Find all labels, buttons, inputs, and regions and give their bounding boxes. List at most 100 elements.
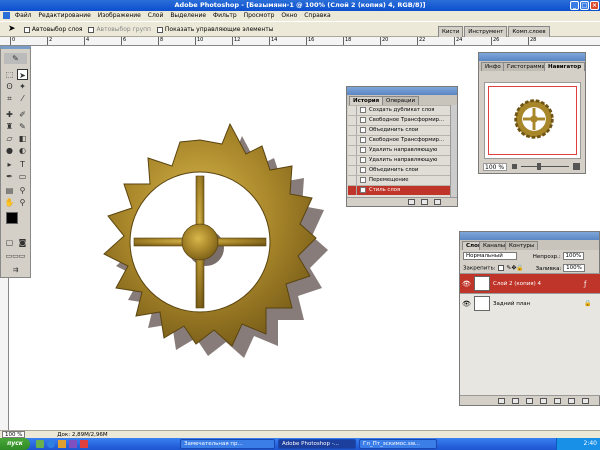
toolbox-header-icon[interactable]: ✎ bbox=[4, 53, 27, 64]
tab-actions[interactable]: Операции bbox=[382, 96, 420, 105]
type-tool-icon[interactable]: T bbox=[17, 159, 28, 170]
layer-row-selected[interactable]: 👁 Слой 2 (копия) 4 ƒ bbox=[460, 273, 600, 293]
eyedropper-icon[interactable]: ⚲ bbox=[17, 185, 28, 196]
navigator-palette-titlebar[interactable] bbox=[479, 53, 585, 61]
eraser-tool-icon[interactable]: ▱ bbox=[4, 133, 15, 144]
history-row[interactable]: Удалить направляющую bbox=[348, 155, 457, 165]
quicklaunch-desktop-icon[interactable] bbox=[36, 440, 44, 448]
brush-tool-icon[interactable]: ✐ bbox=[17, 109, 28, 120]
new-adjustment-layer-icon[interactable] bbox=[540, 398, 547, 404]
history-row-selected[interactable]: Стиль слоя bbox=[348, 185, 457, 195]
navigator-preview[interactable] bbox=[484, 82, 581, 159]
eye-icon[interactable]: 👁 bbox=[462, 280, 471, 288]
link-layers-icon[interactable] bbox=[498, 398, 505, 404]
standard-mode-icon[interactable]: ▢ bbox=[4, 237, 15, 248]
jump-to-imageready-icon[interactable]: ⇉ bbox=[4, 265, 27, 276]
menu-file[interactable]: Файл bbox=[15, 12, 32, 19]
crop-tool-icon[interactable]: ⌗ bbox=[4, 93, 15, 104]
hand-tool-icon[interactable]: ✋ bbox=[4, 197, 15, 208]
maximize-button[interactable]: □ bbox=[580, 1, 589, 10]
palette-well-tool[interactable]: Инструмент bbox=[464, 26, 508, 37]
photoshop-icon[interactable] bbox=[3, 12, 10, 19]
taskbar-item-photoshop[interactable]: Adobe Photoshop -... bbox=[278, 439, 356, 449]
menu-filter[interactable]: Фильтр bbox=[213, 12, 237, 19]
zoom-slider-thumb[interactable] bbox=[537, 163, 541, 170]
blend-mode-select[interactable]: Нормальный bbox=[463, 252, 517, 260]
tab-navigator[interactable]: Навигатор bbox=[544, 62, 586, 71]
marquee-tool-icon[interactable]: ⬚ bbox=[4, 69, 15, 80]
delete-state-icon[interactable] bbox=[434, 199, 441, 205]
foreground-color-swatch[interactable] bbox=[6, 212, 18, 224]
zoom-out-icon[interactable] bbox=[512, 164, 517, 169]
palette-well-layer-comps[interactable]: Комп.слоев bbox=[508, 26, 550, 37]
history-brush-icon[interactable]: ✎ bbox=[17, 121, 28, 132]
tab-history[interactable]: История bbox=[349, 96, 384, 105]
history-scrollbar[interactable] bbox=[450, 105, 457, 197]
quicklaunch-browser-icon[interactable] bbox=[47, 440, 55, 448]
new-group-icon[interactable] bbox=[554, 398, 561, 404]
menu-edit[interactable]: Редактирование bbox=[38, 12, 90, 19]
tab-histogram[interactable]: Гистограмма bbox=[503, 62, 549, 71]
add-style-icon[interactable] bbox=[512, 398, 519, 404]
history-palette-titlebar[interactable] bbox=[347, 87, 457, 95]
status-zoom-field[interactable]: 100 % bbox=[2, 431, 26, 438]
autoselect-group-checkbox[interactable] bbox=[88, 26, 95, 33]
menu-image[interactable]: Изображение bbox=[98, 12, 141, 19]
start-button[interactable]: пуск bbox=[0, 438, 30, 450]
history-row[interactable]: Свободное Трансформир... bbox=[348, 135, 457, 145]
shape-tool-icon[interactable]: ▭ bbox=[17, 171, 28, 182]
tab-info[interactable]: Инфо bbox=[481, 62, 505, 71]
history-row[interactable]: Объединить слои bbox=[348, 165, 457, 175]
menu-window[interactable]: Окно bbox=[281, 12, 297, 19]
slice-tool-icon[interactable]: ⁄ bbox=[17, 93, 28, 104]
quicklaunch-mail-icon[interactable] bbox=[58, 440, 66, 448]
dodge-tool-icon[interactable]: ◐ bbox=[17, 145, 28, 156]
palette-well-brushes[interactable]: Кисти bbox=[438, 26, 464, 37]
eye-icon[interactable]: 👁 bbox=[462, 300, 471, 308]
healing-brush-icon[interactable]: ✚ bbox=[4, 109, 15, 120]
gradient-tool-icon[interactable]: ◧ bbox=[17, 133, 28, 144]
new-snapshot-icon[interactable] bbox=[421, 199, 428, 205]
menu-select[interactable]: Выделение bbox=[170, 12, 206, 19]
zoom-tool-icon[interactable]: ⚲ bbox=[17, 197, 28, 208]
layers-palette-titlebar[interactable] bbox=[460, 232, 599, 240]
magic-wand-icon[interactable]: ✦ bbox=[17, 81, 28, 92]
delete-layer-icon[interactable] bbox=[582, 398, 589, 404]
autoselect-layer-checkbox[interactable] bbox=[23, 26, 30, 33]
new-document-from-state-icon[interactable] bbox=[408, 199, 415, 205]
pen-tool-icon[interactable]: ✒ bbox=[4, 171, 15, 182]
blur-tool-icon[interactable]: ● bbox=[4, 145, 15, 156]
history-row[interactable]: Создать дубликат слоя bbox=[348, 105, 457, 115]
taskbar-item[interactable]: Замечательная пр... bbox=[180, 439, 275, 449]
quicklaunch-app-icon[interactable] bbox=[80, 440, 88, 448]
close-button[interactable]: × bbox=[590, 1, 599, 10]
history-row[interactable]: Объединить слои bbox=[348, 125, 457, 135]
move-tool-icon[interactable]: ➤ bbox=[8, 22, 18, 37]
add-mask-icon[interactable] bbox=[526, 398, 533, 404]
layer-row[interactable]: 👁 Задний план 🔒 bbox=[460, 293, 600, 313]
clone-stamp-icon[interactable]: ♜ bbox=[4, 121, 15, 132]
opacity-field[interactable]: 100% bbox=[562, 252, 585, 260]
fill-field[interactable]: 100% bbox=[563, 264, 585, 272]
lock-transparency-icon[interactable] bbox=[498, 265, 505, 271]
path-select-icon[interactable]: ▸ bbox=[4, 159, 15, 170]
lock-all-icon[interactable]: 🔒 bbox=[516, 265, 523, 272]
history-row[interactable]: Удалить направляющую bbox=[348, 145, 457, 155]
lasso-tool-icon[interactable]: ʘ bbox=[4, 81, 15, 92]
quickmask-mode-icon[interactable]: ◙ bbox=[17, 237, 28, 248]
zoom-in-icon[interactable] bbox=[573, 163, 580, 170]
notes-tool-icon[interactable]: ▤ bbox=[4, 185, 15, 196]
taskbar-item[interactable]: Гл_Пт_эскимос.sw... bbox=[359, 439, 437, 449]
quicklaunch-media-icon[interactable] bbox=[69, 440, 77, 448]
tab-paths[interactable]: Контуры bbox=[505, 241, 539, 250]
history-row[interactable]: Перемещение bbox=[348, 175, 457, 185]
new-layer-icon[interactable] bbox=[568, 398, 575, 404]
menu-layer[interactable]: Слой bbox=[148, 12, 164, 19]
menu-help[interactable]: Справка bbox=[304, 12, 330, 19]
zoom-slider-track[interactable] bbox=[521, 166, 569, 167]
history-row[interactable]: Свободное Трансформир... bbox=[348, 115, 457, 125]
navigator-zoom-field[interactable]: 100 % bbox=[483, 163, 507, 171]
show-controls-checkbox[interactable] bbox=[156, 26, 163, 33]
menu-view[interactable]: Просмотр bbox=[244, 12, 275, 19]
minimize-button[interactable]: _ bbox=[570, 1, 579, 10]
